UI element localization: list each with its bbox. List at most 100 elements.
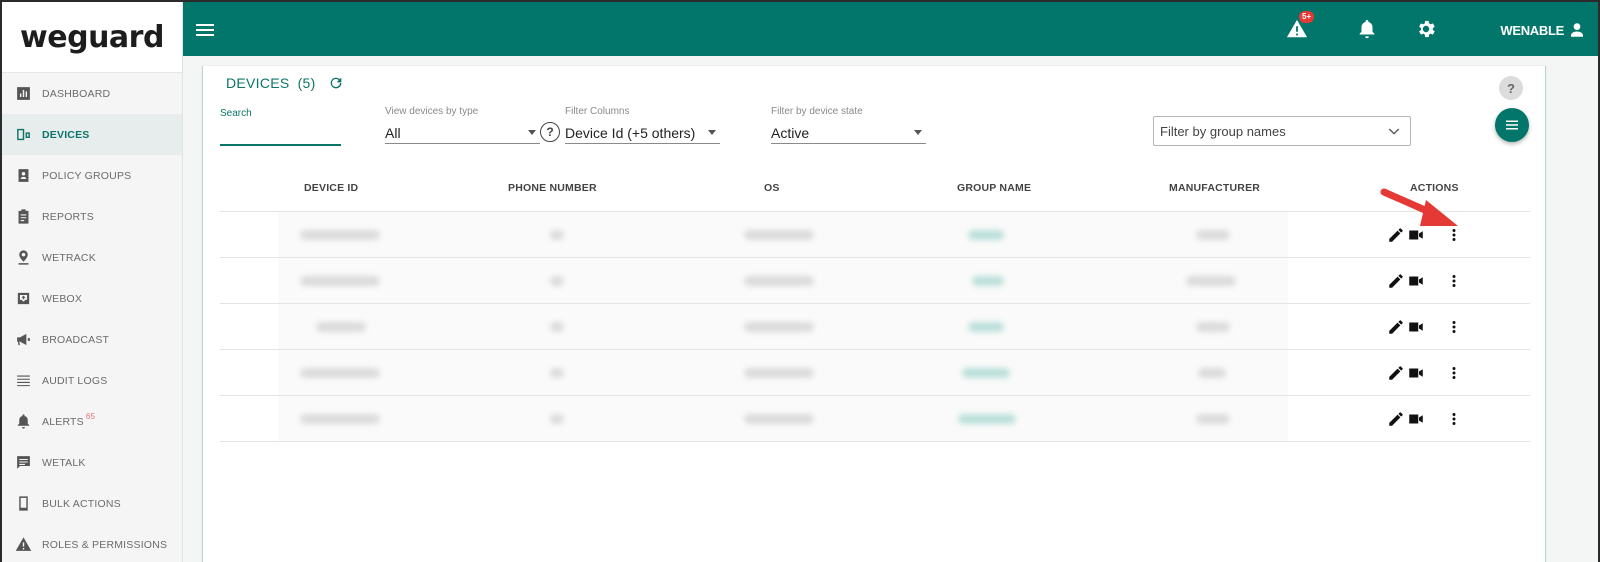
group-names-placeholder: Filter by group names [1160,123,1286,139]
device-count: (5) [297,75,316,91]
redacted-os [744,276,814,286]
help-button[interactable]: ? [1499,76,1523,100]
edit-button[interactable] [1386,271,1406,291]
search-input[interactable] [220,124,341,146]
pencil-icon [1389,412,1403,426]
sidebar-item-label: WETALK [42,456,86,469]
sidebar-item-label: DASHBOARD [42,87,111,100]
sidebar-item-wetrack[interactable]: WETRACK [2,237,182,278]
device-state-select[interactable]: Active [771,122,926,144]
page-title-text: DEVICES [226,75,290,91]
search-field: Search [220,108,341,146]
settings-button[interactable] [1414,17,1438,41]
alert-bell-icon [14,413,32,431]
sidebar-item-webox[interactable]: WEBOX [2,278,182,319]
edit-button[interactable] [1386,409,1406,429]
sidebar-item-label: WEBOX [42,292,83,305]
redacted-os [744,322,814,332]
phone-icon [14,495,32,513]
edit-button[interactable] [1386,363,1406,383]
sidebar: weguard DASHBOARD DEVICES POLICY GROUPS … [2,2,183,562]
table-row[interactable] [220,396,1530,442]
menu-toggle-button[interactable] [191,16,219,44]
more-vertical-icon [1452,413,1456,425]
sidebar-item-label: AUDIT LOGS [42,374,108,387]
edit-button[interactable] [1386,317,1406,337]
more-options-button[interactable] [1444,271,1464,291]
sidebar-item-dashboard[interactable]: DASHBOARD [2,73,182,114]
sidebar-item-label: ROLES & PERMISSIONS [42,538,168,551]
device-state-label: Filter by device state [771,106,863,117]
sidebar-item-devices[interactable]: DEVICES [2,114,182,155]
sidebar-item-audit-logs[interactable]: AUDIT LOGS [2,360,182,401]
dropdown-caret-icon [528,130,536,135]
search-help-button[interactable]: ? [540,122,560,142]
refresh-icon[interactable] [328,75,344,91]
more-options-button[interactable] [1444,317,1464,337]
device-type-select[interactable]: All [385,122,540,144]
group-names-filter[interactable]: Filter by group names [1153,116,1411,146]
table-row[interactable] [220,304,1530,350]
sidebar-item-label: POLICY GROUPS [42,169,132,182]
redacted-device-id [316,322,366,332]
location-pin-icon [14,249,32,267]
column-header-group-name[interactable]: GROUP NAME [957,182,1031,194]
user-menu[interactable]: WENABLE [1500,21,1586,39]
column-header-phone-number[interactable]: PHONE NUMBER [508,182,597,194]
redacted-cells [278,350,1288,395]
filter-columns-select[interactable]: Device Id (+5 others) [565,122,720,144]
sidebar-item-label: WETRACK [42,251,96,264]
weguard-logo: weguard [20,19,164,55]
dropdown-caret-icon [914,130,922,135]
device-type-value: All [385,124,401,141]
sidebar-item-reports[interactable]: REPORTS [2,196,182,237]
column-header-manufacturer[interactable]: MANUFACTURER [1169,182,1260,194]
column-header-os[interactable]: OS [764,182,780,194]
sidebar-item-wetalk[interactable]: WETALK [2,442,182,483]
redacted-cells [278,396,1288,441]
annotation-arrow-icon [1380,188,1458,226]
video-camera-icon [1409,276,1423,286]
app-window: weguard DASHBOARD DEVICES POLICY GROUPS … [2,2,1598,562]
warnings-button[interactable]: 5+ [1285,11,1315,41]
table-row[interactable] [220,212,1530,258]
remote-view-button[interactable] [1406,409,1426,429]
chevron-down-icon [1386,123,1402,139]
more-options-button[interactable] [1444,409,1464,429]
inbox-icon [14,290,32,308]
redacted-os [744,368,814,378]
table-row[interactable] [220,258,1530,304]
alerts-count-badge: 65 [85,412,96,421]
sidebar-item-policy-groups[interactable]: POLICY GROUPS [2,155,182,196]
redacted-phone-number [550,230,564,240]
table-row[interactable] [220,350,1530,396]
top-app-bar: 5+ WENABLE [183,2,1598,56]
redacted-manufacturer [1198,368,1226,378]
pencil-icon [1389,366,1403,380]
devices-card: DEVICES (5) ? Search ? View devices by t… [202,66,1546,562]
remote-view-button[interactable] [1406,363,1426,383]
notifications-button[interactable] [1355,17,1379,41]
devices-table: DEVICE ID PHONE NUMBER OS GROUP NAME MAN… [220,166,1530,442]
sidebar-item-bulk-actions[interactable]: BULK ACTIONS [2,483,182,524]
device-type-field: View devices by type All [385,106,540,144]
column-header-device-id[interactable]: DEVICE ID [304,182,358,194]
redacted-manufacturer [1196,414,1230,424]
redacted-os [744,230,814,240]
pencil-icon [1389,320,1403,334]
more-vertical-icon [1452,321,1456,333]
filter-columns-value: Device Id (+5 others) [565,124,696,141]
table-menu-fab[interactable] [1495,108,1529,142]
more-options-button[interactable] [1444,363,1464,383]
remote-view-button[interactable] [1406,271,1426,291]
remote-view-button[interactable] [1406,317,1426,337]
sidebar-item-alerts[interactable]: ALERTS 65 [2,401,182,442]
redacted-group-name [958,414,1016,424]
person-icon [1571,23,1583,37]
sidebar-item-roles-permissions[interactable]: ROLES & PERMISSIONS [2,524,182,562]
sidebar-item-broadcast[interactable]: BROADCAST [2,319,182,360]
user-name: WENABLE [1500,22,1564,38]
more-vertical-icon [1452,367,1456,379]
video-camera-icon [1409,414,1423,424]
video-camera-icon [1409,322,1423,332]
